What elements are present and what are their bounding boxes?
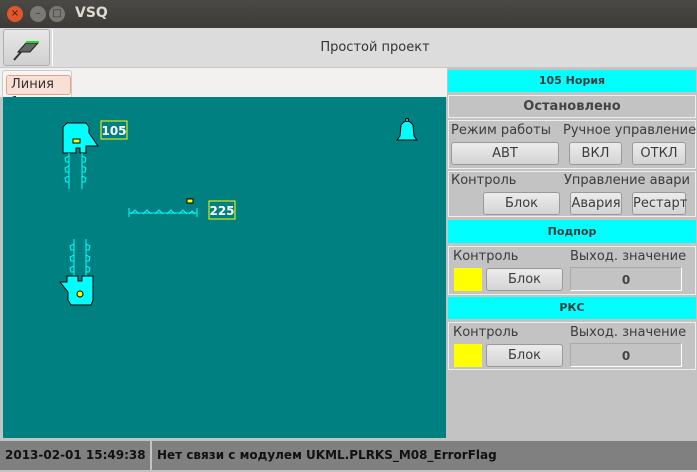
section-header-podpor: Подпор [448,220,696,243]
conveyor[interactable] [128,208,198,217]
tab-label: Линия 1 [6,75,71,110]
section-header-rks: РКС [448,297,696,319]
podpor-control-label: Контроль [453,249,519,264]
close-button[interactable]: × [7,6,23,22]
off-button[interactable]: ОТКЛ [632,142,686,165]
alarm-button[interactable]: Авария [570,192,622,215]
title-bar: × – □ VSQ [0,0,697,28]
emergency-label: Управление авари [564,173,690,188]
rks-control-label: Контроль [453,325,519,340]
scheme-canvas: 105 225 [3,97,446,438]
rks-output-label: Выход. значение [570,325,687,340]
project-title: Простой проект [52,29,697,66]
conveyor-label: 225 [209,204,234,218]
status-datetime: 2013-02-01 15:49:38 [0,441,150,470]
connector-icon [13,41,40,61]
elevator-boot[interactable] [58,275,94,306]
auto-mode-button[interactable]: АВТ [451,142,559,165]
elevator-label: 105 [101,124,126,138]
podpor-output-value: 0 [570,267,682,291]
tab-bar: Линия 1 [0,68,447,110]
conveyor-sensor [186,198,194,204]
connect-button[interactable] [3,29,50,66]
on-button[interactable]: ВКЛ [569,142,622,165]
status-bar: 2013-02-01 15:49:38 Нет связи с модулем … [0,438,697,472]
device-header: 105 Нория [448,70,696,92]
status-message: Нет связи с модулем UKML.PLRKS_M08_Error… [152,441,697,470]
minimize-button[interactable]: – [30,6,46,22]
podpor-block-button[interactable]: Блок [486,268,563,291]
manual-label: Ручное управление [563,123,696,138]
rks-output-value: 0 [570,343,682,367]
device-state: Остановлено [448,95,696,118]
rks-block-button[interactable]: Блок [486,344,563,367]
elevator-belt-top [64,153,87,189]
control-label: Контроль [451,173,517,188]
window-title: VSQ [75,5,108,21]
podpor-indicator [454,268,482,291]
elevator-belt-bottom [69,239,91,276]
podpor-output-label: Выход. значение [570,249,687,264]
rks-indicator [454,344,482,367]
restart-button[interactable]: Рестарт [632,192,687,215]
block-button[interactable]: Блок [483,192,560,215]
toolbar: Простой проект [0,28,697,68]
mode-label: Режим работы [451,123,551,138]
elevator-head[interactable] [62,122,99,154]
tab-line-1[interactable]: Линия 1 [2,70,72,110]
bell-icon[interactable] [396,118,418,141]
maximize-button[interactable]: □ [49,6,65,22]
